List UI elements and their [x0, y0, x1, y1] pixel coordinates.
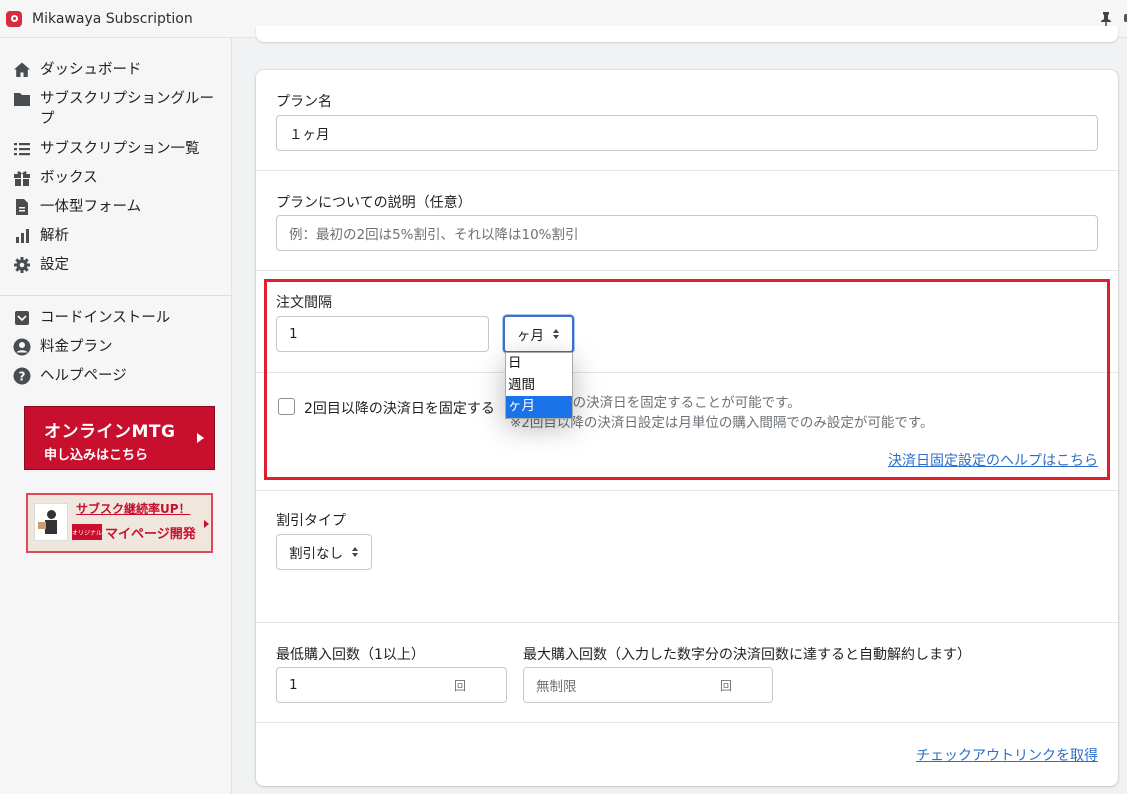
- online-mtg-banner[interactable]: オンラインMTG 申し込みはこちら: [24, 406, 215, 470]
- order-interval-unit-dropdown: 日 週間 ヶ月: [505, 352, 573, 419]
- sidebar: ダッシュボード サブスクリプショングループ サブスクリプション一覧 ボックス 一…: [0, 38, 232, 794]
- unit-option-week[interactable]: 週間: [506, 375, 572, 397]
- code-install-icon: [12, 308, 32, 328]
- sidebar-item-settings[interactable]: 設定: [12, 255, 220, 275]
- plan-name-label: プラン名: [276, 94, 332, 110]
- sidebar-item-help-page[interactable]: ? ヘルプページ: [12, 366, 220, 386]
- arrow-right-icon: [197, 433, 204, 443]
- section-divider: [256, 170, 1118, 171]
- max-purchases-suffix: 回: [719, 678, 732, 693]
- original-tag: オリジナル: [72, 524, 102, 540]
- arrow-right-icon: [204, 520, 209, 528]
- pin-icon[interactable]: [1099, 11, 1113, 27]
- unit-option-month[interactable]: ヶ月: [506, 396, 572, 418]
- sidebar-item-integrated-form[interactable]: 一体型フォーム: [12, 197, 220, 217]
- get-checkout-link[interactable]: チェックアウトリンクを取得: [916, 745, 1098, 765]
- plan-name-input[interactable]: １ヶ月: [276, 115, 1098, 151]
- discount-type-value: 割引なし: [289, 546, 343, 562]
- svg-text:?: ?: [19, 370, 26, 384]
- list-icon: [12, 139, 32, 159]
- online-mtg-banner-title: オンラインMTG: [44, 422, 176, 442]
- gear-icon: [12, 255, 32, 275]
- help-icon: ?: [12, 366, 32, 386]
- fix-billing-date-hint-2: ※2回目以降の決済日設定は月単位の購入間隔でのみ設定が可能です。: [510, 415, 934, 431]
- delivery-person-illustration: [34, 503, 68, 541]
- app-logo-icon: [6, 10, 22, 27]
- folder-icon: [12, 89, 32, 109]
- section-divider: [256, 622, 1118, 623]
- document-icon: [12, 197, 32, 217]
- sidebar-item-code-install[interactable]: コードインストール: [12, 308, 220, 328]
- min-purchases-suffix: 回: [453, 678, 466, 693]
- sidebar-item-box[interactable]: ボックス: [12, 168, 220, 188]
- mypage-banner-title: サブスク継続率UP！: [76, 502, 191, 516]
- bar-chart-icon: [12, 226, 32, 246]
- discount-type-select[interactable]: 割引なし: [276, 534, 372, 570]
- max-purchases-input[interactable]: 無制限 回: [523, 667, 773, 703]
- billing-date-help-link[interactable]: 決済日固定設定のヘルプはこちら: [888, 450, 1098, 470]
- sidebar-item-dashboard[interactable]: ダッシュボード: [12, 60, 220, 80]
- account-icon: [12, 337, 32, 357]
- min-purchases-label: 最低購入回数（1以上）: [276, 647, 425, 663]
- select-chevron-icon: [352, 547, 359, 558]
- unit-option-day[interactable]: 日: [506, 353, 572, 375]
- max-purchases-placeholder: 無制限: [536, 679, 577, 695]
- section-divider: [256, 722, 1118, 723]
- discount-type-label: 割引タイプ: [276, 513, 346, 529]
- plan-description-input[interactable]: 例：最初の2回は5%割引、それ以降は10%割引: [276, 215, 1098, 251]
- order-interval-label: 注文間隔: [276, 295, 332, 311]
- sidebar-item-subscription-groups[interactable]: サブスクリプショングループ: [12, 89, 215, 129]
- order-interval-unit-select[interactable]: ヶ月: [503, 315, 574, 353]
- sidebar-divider: [0, 295, 231, 296]
- select-chevron-icon: [553, 329, 560, 340]
- min-purchases-input[interactable]: 1 回: [276, 667, 507, 703]
- fix-billing-date-label: 2回目以降の決済日を固定する: [304, 401, 495, 417]
- previous-card: [256, 26, 1118, 42]
- app-title: Mikawaya Subscription: [32, 10, 193, 27]
- home-icon: [12, 60, 32, 80]
- sidebar-item-subscription-list[interactable]: サブスクリプション一覧: [12, 139, 220, 159]
- fix-billing-date-checkbox[interactable]: [278, 398, 295, 415]
- min-purchases-value: 1: [289, 677, 298, 693]
- max-purchases-label: 最大購入回数（入力した数字分の決済回数に達すると自動解約します）: [523, 647, 971, 663]
- order-interval-input[interactable]: 1: [276, 316, 489, 352]
- online-mtg-banner-subtitle: 申し込みはこちら: [44, 448, 149, 463]
- sidebar-item-pricing-plan[interactable]: 料金プラン: [12, 337, 220, 357]
- mypage-development-banner[interactable]: サブスク継続率UP！ オリジナル マイページ開発: [26, 493, 213, 553]
- section-divider: [256, 490, 1118, 491]
- sidebar-item-analytics[interactable]: 解析: [12, 226, 220, 246]
- gift-icon: [12, 168, 32, 188]
- order-interval-unit-value: ヶ月: [517, 328, 544, 344]
- mypage-banner-subtitle: マイページ開発: [105, 527, 196, 542]
- section-divider: [256, 270, 1118, 271]
- plan-description-label: プランについての説明（任意）: [276, 195, 472, 211]
